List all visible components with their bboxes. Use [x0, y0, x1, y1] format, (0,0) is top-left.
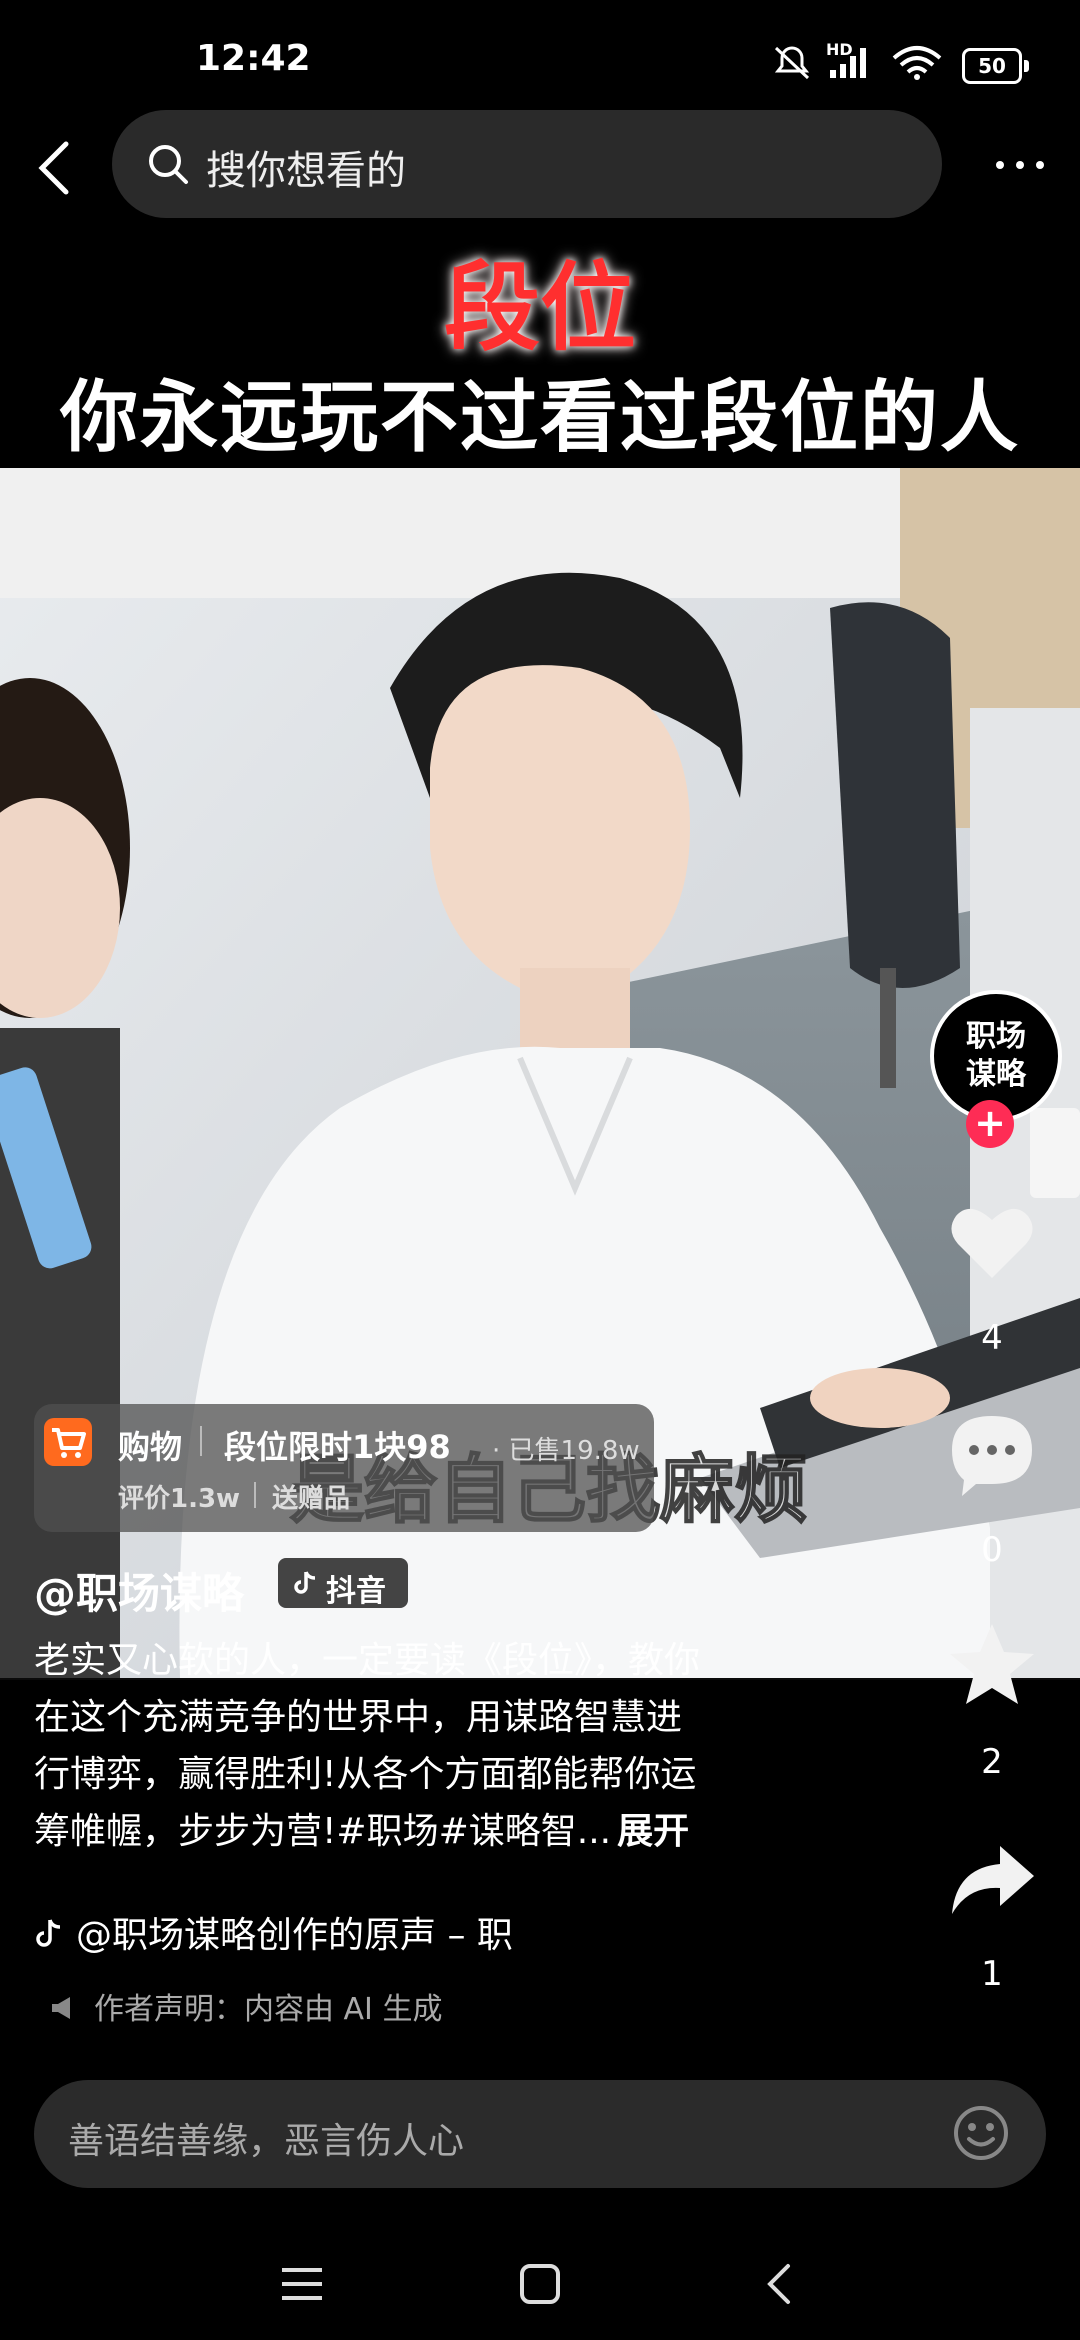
status-time: 12:42: [196, 38, 311, 79]
back-nav-icon[interactable]: [750, 2254, 810, 2314]
home-icon[interactable]: [510, 2254, 570, 2314]
search-placeholder: 搜你想看的: [206, 148, 406, 194]
description-line: 在这个充满竞争的世界中，用谋路智慧进: [34, 1697, 683, 1738]
megaphone-icon: [52, 1997, 70, 2019]
author-name[interactable]: @职场谋略: [34, 1560, 244, 1621]
menu-icon[interactable]: [272, 2254, 332, 2314]
follow-button[interactable]: +: [966, 1100, 1014, 1148]
rating-count: 评价1.3w: [118, 1484, 241, 1514]
comment-placeholder: 善语结善缘，恶言伤人心: [68, 2121, 465, 2162]
favorite-star-icon[interactable]: [946, 1620, 1038, 1712]
cover-title: 段位: [444, 252, 636, 364]
music-note-icon: [36, 1919, 61, 1947]
more-options-button[interactable]: [990, 140, 1050, 190]
music-title: @职场谋略创作的原声 – 职: [76, 1915, 513, 1956]
share-arrow-icon[interactable]: [946, 1836, 1038, 1928]
comment-input[interactable]: 善语结善缘，恶言伤人心: [34, 2080, 1046, 2188]
divider: [200, 1426, 202, 1456]
like-count: 4: [981, 1318, 1003, 1358]
description-line: 老实又心软的人，一定要读《段位》，教你: [34, 1640, 701, 1681]
wifi-icon: [892, 46, 942, 80]
shopping-cart-icon: [44, 1418, 92, 1466]
tiktok-icon: [294, 1571, 316, 1594]
ai-notice-row: 作者声明：内容由 AI 生成: [48, 1984, 442, 2028]
ai-notice: 作者声明：内容由 AI 生成: [94, 1992, 443, 2027]
emoji-icon[interactable]: [952, 2104, 1010, 2162]
signal-icon: [830, 48, 866, 78]
platform-label: 抖音: [326, 1574, 386, 1609]
platform-tag: 抖音: [278, 1558, 408, 1609]
product-title: 段位限时1块98: [224, 1428, 451, 1466]
cover-title-band: 段位 你永远玩不过看过段位的人: [0, 230, 1080, 470]
back-button[interactable]: [30, 138, 80, 198]
status-bar: 12:42 HD 50: [0, 0, 1080, 110]
mute-icon: [774, 46, 810, 80]
like-heart-icon[interactable]: [946, 1196, 1038, 1288]
video-description[interactable]: 老实又心软的人，一定要读《段位》，教你 在这个充满竞争的世界中，用谋路智慧进 行…: [34, 1632, 794, 1860]
search-icon: [149, 145, 188, 184]
description-line: 筹帷幄，步步为营!#职场#谋略智...: [34, 1811, 612, 1852]
comment-count: 0: [981, 1530, 1003, 1570]
music-row[interactable]: @职场谋略创作的原声 – 职: [34, 1906, 513, 1958]
shopping-card[interactable]: 购物 段位限时1块98 · 已售19.8w 评价1.3w 送赠品: [34, 1404, 654, 1532]
battery-indicator: 50: [962, 48, 1029, 84]
description-line: 行博弈，赢得胜利!从各个方面都能帮你运: [34, 1754, 697, 1795]
sold-count: · 已售19.8w: [492, 1436, 640, 1466]
avatar-text-line: 谋略: [966, 1057, 1026, 1092]
divider: [254, 1482, 256, 1508]
gift-label: 送赠品: [272, 1484, 351, 1514]
search-bar[interactable]: 搜你想看的: [112, 110, 942, 218]
favorite-count: 2: [981, 1742, 1003, 1782]
comment-icon[interactable]: [946, 1408, 1038, 1500]
expand-button[interactable]: 展开: [617, 1811, 689, 1852]
avatar-text-line: 职场: [966, 1019, 1026, 1054]
shop-label: 购物: [118, 1428, 183, 1466]
system-nav-bar: [0, 2210, 1080, 2340]
cover-subtitle: 你永远玩不过看过段位的人: [59, 373, 1020, 463]
share-count: 1: [981, 1954, 1003, 1994]
